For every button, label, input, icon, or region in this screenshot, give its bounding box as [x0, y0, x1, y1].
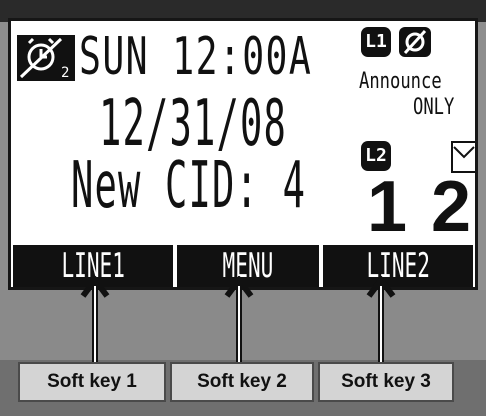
- alarm-subscript: 2: [61, 65, 69, 81]
- alarm-clock-icon: 2: [17, 35, 75, 81]
- message-count: 12: [367, 167, 471, 247]
- soft-key-1-button[interactable]: Soft key 1: [18, 362, 166, 402]
- only-label: ONLY: [413, 95, 455, 120]
- mute-icon: [399, 27, 431, 57]
- up-arrow-icon: [224, 276, 254, 368]
- soft-key-2-button[interactable]: Soft key 2: [170, 362, 314, 402]
- day-time-readout: SUN 12:00A: [79, 27, 313, 87]
- lcd-display: 2 SUN 12:00A 12/31/08 New CID: 4 L1 Anno…: [8, 18, 478, 290]
- up-arrow-icon: [366, 276, 396, 368]
- softkey-row: Soft key 1 Soft key 2 Soft key 3: [18, 362, 486, 408]
- up-arrow-icon: [80, 276, 110, 368]
- caller-id-status: New CID: 4: [71, 149, 307, 223]
- line1-badge: L1: [361, 27, 391, 57]
- announce-label: Announce: [359, 69, 442, 94]
- soft-key-3-button[interactable]: Soft key 3: [318, 362, 454, 402]
- softkey-label-line2: LINE2: [323, 245, 473, 287]
